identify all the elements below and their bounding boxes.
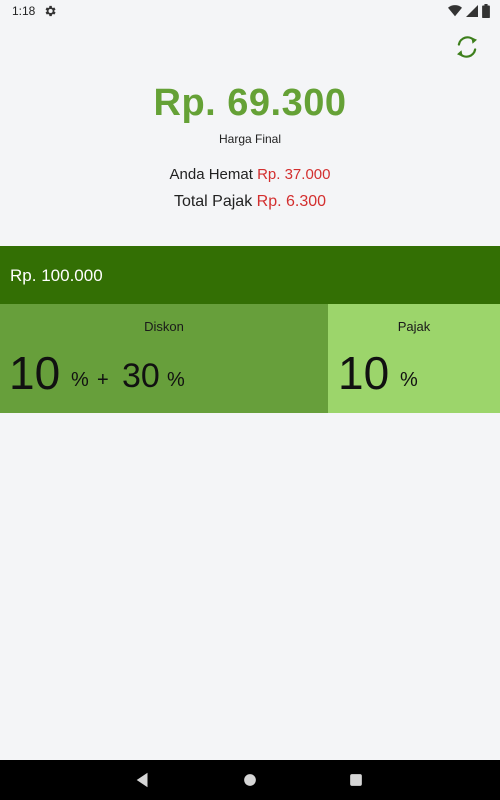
discount-first-unit: % <box>71 369 89 391</box>
price-value: 100.000 <box>41 266 103 285</box>
status-time: 1:18 <box>12 4 36 18</box>
battery-icon <box>482 4 490 18</box>
tax-unit: % <box>400 369 418 391</box>
price-input-text: Rp. 100.000 <box>10 266 103 286</box>
tax-input[interactable]: 10 <box>338 350 389 396</box>
discount-panel: Diskon 10 % + 30 % <box>0 304 328 413</box>
discount-first-input[interactable]: 10 <box>9 350 60 396</box>
signal-icon <box>466 5 478 17</box>
tax-total-label: Total Pajak <box>173 193 253 210</box>
discount-second-unit: % <box>167 369 185 391</box>
saving-value: Rp. 37.000 <box>257 166 331 183</box>
tax-summary: Total Pajak Rp. 6.300 <box>0 193 500 211</box>
tax-panel: Pajak 10 % <box>328 304 500 413</box>
wifi-icon <box>448 5 462 17</box>
discount-title: Diskon <box>144 319 184 334</box>
discount-second-input[interactable]: 30 <box>122 359 160 393</box>
navigation-bar <box>0 760 500 800</box>
status-bar: 1:18 <box>0 0 500 24</box>
price-input[interactable]: Rp. 100.000 <box>0 246 500 304</box>
saving-summary: Anda Hemat Rp. 37.000 <box>0 166 500 183</box>
final-price: Rp. 69.300 <box>153 82 347 124</box>
tax-total-value: Rp. 6.300 <box>256 193 327 210</box>
home-icon[interactable] <box>241 771 259 789</box>
back-icon[interactable] <box>134 771 152 789</box>
discount-plus: + <box>97 369 109 391</box>
settings-icon <box>45 5 56 17</box>
price-currency: Rp. <box>10 266 37 285</box>
refresh-icon[interactable] <box>452 32 482 62</box>
tax-title: Pajak <box>397 319 431 334</box>
recents-icon[interactable] <box>347 771 365 789</box>
saving-label: Anda Hemat <box>169 166 253 183</box>
final-price-label: Harga Final <box>218 132 282 146</box>
